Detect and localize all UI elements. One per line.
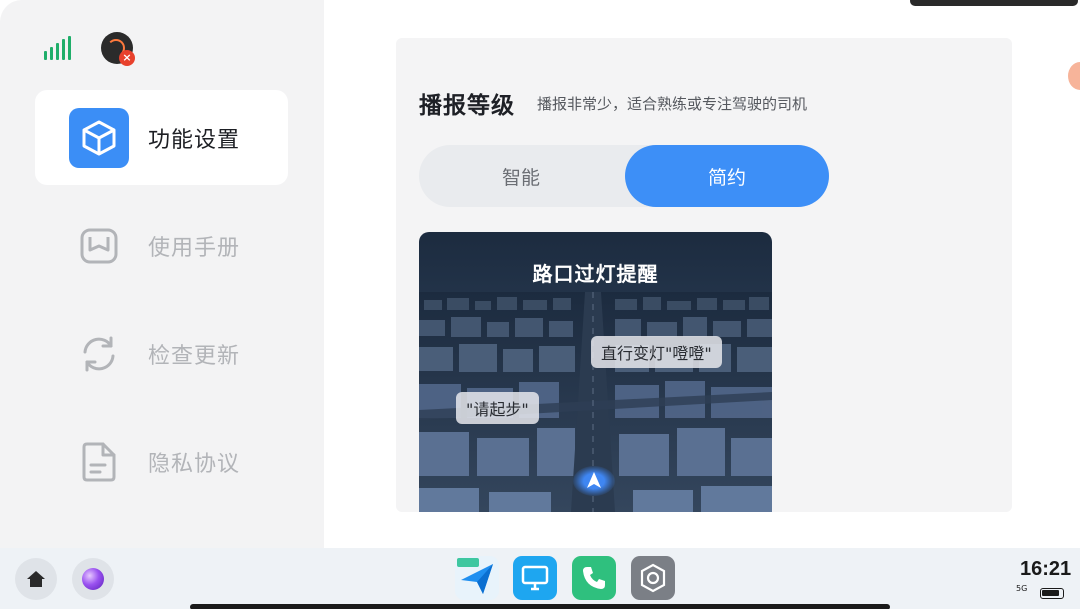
segment-smart[interactable]: 智能: [419, 145, 623, 207]
signal-strength-icon: [44, 36, 71, 60]
auto-navigation-app[interactable]: [455, 556, 499, 600]
taskbar: 16:21 5G: [0, 548, 1080, 609]
broadcast-level-selector: 智能 简约: [419, 145, 829, 207]
sidebar-item-label: 功能设置: [148, 127, 241, 153]
voice-bubble-start: "请起步": [456, 392, 539, 424]
gesture-bar[interactable]: [190, 604, 890, 609]
screen-cast-app-icon: [521, 565, 549, 591]
segment-concise[interactable]: 简约: [625, 145, 829, 207]
cube-icon: [69, 107, 129, 168]
screen-cast-app[interactable]: [513, 556, 557, 600]
home-button[interactable]: [15, 558, 57, 600]
voice-bubble-straight: 直行变灯"噔噔": [591, 336, 722, 368]
sidebar-item-label: 隐私协议: [148, 451, 241, 477]
phone-app-icon: [583, 567, 605, 589]
preview-title: 路口过灯提醒: [532, 262, 659, 286]
sidebar-item-user-manual[interactable]: 使用手册: [35, 198, 288, 293]
sidebar-item-check-update[interactable]: 检查更新: [35, 306, 288, 401]
sidebar-item-label: 检查更新: [148, 343, 241, 369]
notification-handle[interactable]: [910, 0, 1078, 6]
section-subtitle: 播报非常少，适合熟练或专注驾驶的司机: [537, 95, 808, 113]
cast-disconnected-icon[interactable]: ×: [101, 32, 135, 66]
network-type: 5G: [1016, 584, 1028, 593]
clock: 16:21: [1020, 558, 1072, 580]
phone-app[interactable]: [572, 556, 616, 600]
status-icons: ×: [44, 32, 135, 66]
assistant-button[interactable]: [72, 558, 114, 600]
sidebar-item-label: 使用手册: [148, 235, 241, 261]
settings-app[interactable]: [631, 556, 675, 600]
screen: × 功能设置 使用手册 检查更新 隐私协议 播报等级 播报非常少，适合熟练或专注…: [0, 0, 1080, 609]
document-icon: [69, 432, 129, 492]
home-icon: [27, 571, 45, 587]
settings-app-icon: [640, 563, 666, 593]
navigation-arrow-icon: [573, 466, 615, 496]
auto-navigation-app-icon: [457, 558, 493, 594]
sidebar-item-function-settings[interactable]: 功能设置: [35, 90, 288, 185]
assistant-orb-icon: [82, 568, 104, 590]
battery-icon: [1040, 588, 1064, 599]
refresh-icon: [69, 324, 129, 384]
preview-image: 路口过灯提醒 直行变灯"噔噔" "请起步": [419, 232, 772, 512]
broadcast-settings-panel: 播报等级 播报非常少，适合熟练或专注驾驶的司机 智能 简约 路口过灯提醒 直行变…: [396, 38, 1012, 512]
sidebar: × 功能设置 使用手册 检查更新 隐私协议: [0, 0, 324, 548]
manual-icon: [69, 216, 129, 276]
sidebar-item-privacy-policy[interactable]: 隐私协议: [35, 414, 288, 509]
floating-assistant-button[interactable]: [1068, 62, 1080, 90]
section-title: 播报等级: [419, 93, 515, 119]
